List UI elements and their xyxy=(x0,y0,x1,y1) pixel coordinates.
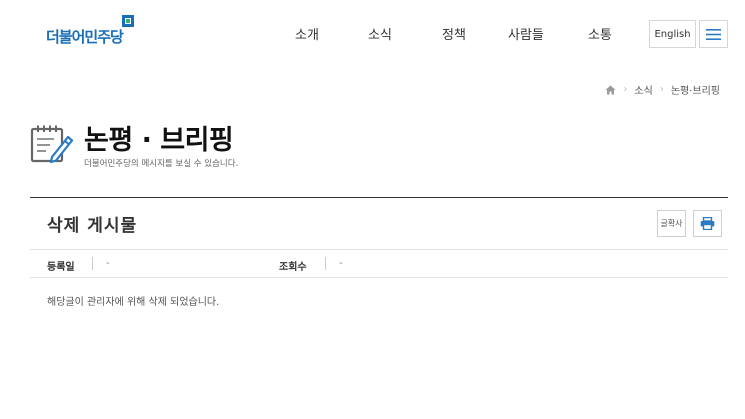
printer-icon xyxy=(700,217,715,230)
date-value: - xyxy=(106,258,110,269)
chevron-right-icon: › xyxy=(623,84,628,95)
meta-separator xyxy=(92,257,93,270)
meta-divider-bottom xyxy=(30,277,728,278)
nav-item-news[interactable]: 소식 xyxy=(368,24,392,43)
font-size-button[interactable]: 글확사 xyxy=(657,210,686,237)
breadcrumb: › 소식 › 논평·브리핑 xyxy=(605,82,720,97)
title-divider xyxy=(30,197,728,198)
page-description: 더불어민주당의 메시지를 보실 수 있습니다. xyxy=(84,159,239,169)
home-icon[interactable] xyxy=(605,85,616,95)
breadcrumb-item-current[interactable]: 논평·브리핑 xyxy=(671,82,720,97)
meta-divider-top xyxy=(30,249,728,250)
nav-item-policy[interactable]: 정책 xyxy=(442,24,466,43)
date-label: 등록일 xyxy=(47,262,75,273)
menu-button[interactable] xyxy=(699,20,728,48)
page-title: 논평 · 브리핑 xyxy=(84,125,234,156)
hamburger-icon xyxy=(706,28,721,40)
print-button[interactable] xyxy=(693,210,722,237)
breadcrumb-item-news[interactable]: 소식 xyxy=(634,82,652,97)
post-title: 삭제 게시물 xyxy=(47,216,138,236)
language-button[interactable]: English xyxy=(649,20,696,48)
notepad-pencil-icon xyxy=(30,125,74,164)
meta-separator xyxy=(325,257,326,270)
chevron-right-icon: › xyxy=(659,84,664,95)
main-nav: 소개 소식 정책 사람들 소통 xyxy=(0,24,745,44)
views-label: 조회수 xyxy=(279,262,307,273)
views-value: - xyxy=(339,258,343,269)
post-body: 해당글이 관리자에 위해 삭제 되었습니다. xyxy=(47,297,220,308)
nav-item-community[interactable]: 소통 xyxy=(588,24,612,43)
nav-item-people[interactable]: 사람들 xyxy=(508,24,544,43)
nav-item-intro[interactable]: 소개 xyxy=(295,24,319,43)
